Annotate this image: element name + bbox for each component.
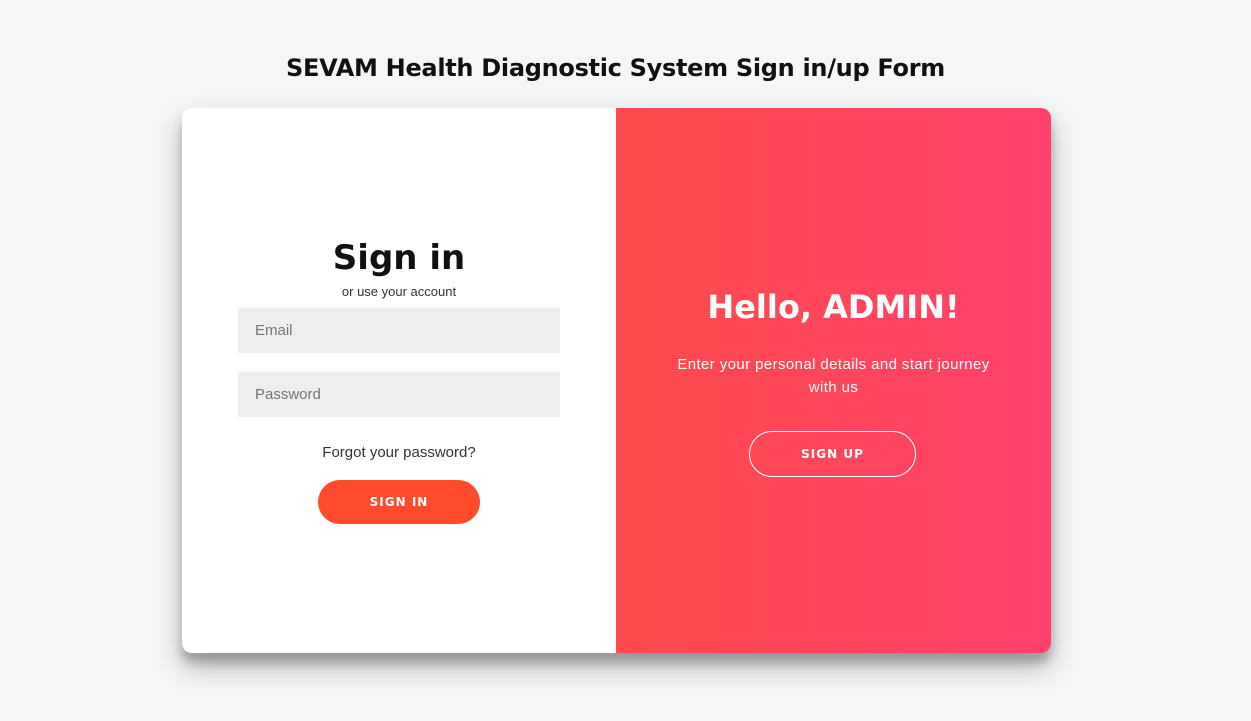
sign-in-panel: Sign in or use your account Forgot your … (182, 108, 616, 653)
overlay-heading: Hello, ADMIN! (707, 288, 960, 326)
overlay-text: Enter your personal details and start jo… (677, 356, 990, 396)
auth-card: Sign in or use your account Forgot your … (182, 108, 1051, 653)
sign-in-button[interactable]: SIGN IN (318, 480, 480, 524)
email-field[interactable] (238, 308, 560, 353)
overlay-panel: Hello, ADMIN! Enter your personal detail… (616, 108, 1051, 653)
forgot-password-link[interactable]: Forgot your password? (182, 444, 616, 461)
sign-in-heading: Sign in (332, 238, 466, 278)
sign-in-subtext: or use your account (341, 284, 457, 299)
password-field[interactable] (238, 372, 560, 417)
page-title: SEVAM Health Diagnostic System Sign in/u… (286, 54, 945, 82)
sign-up-button[interactable]: SIGN UP (749, 431, 916, 477)
